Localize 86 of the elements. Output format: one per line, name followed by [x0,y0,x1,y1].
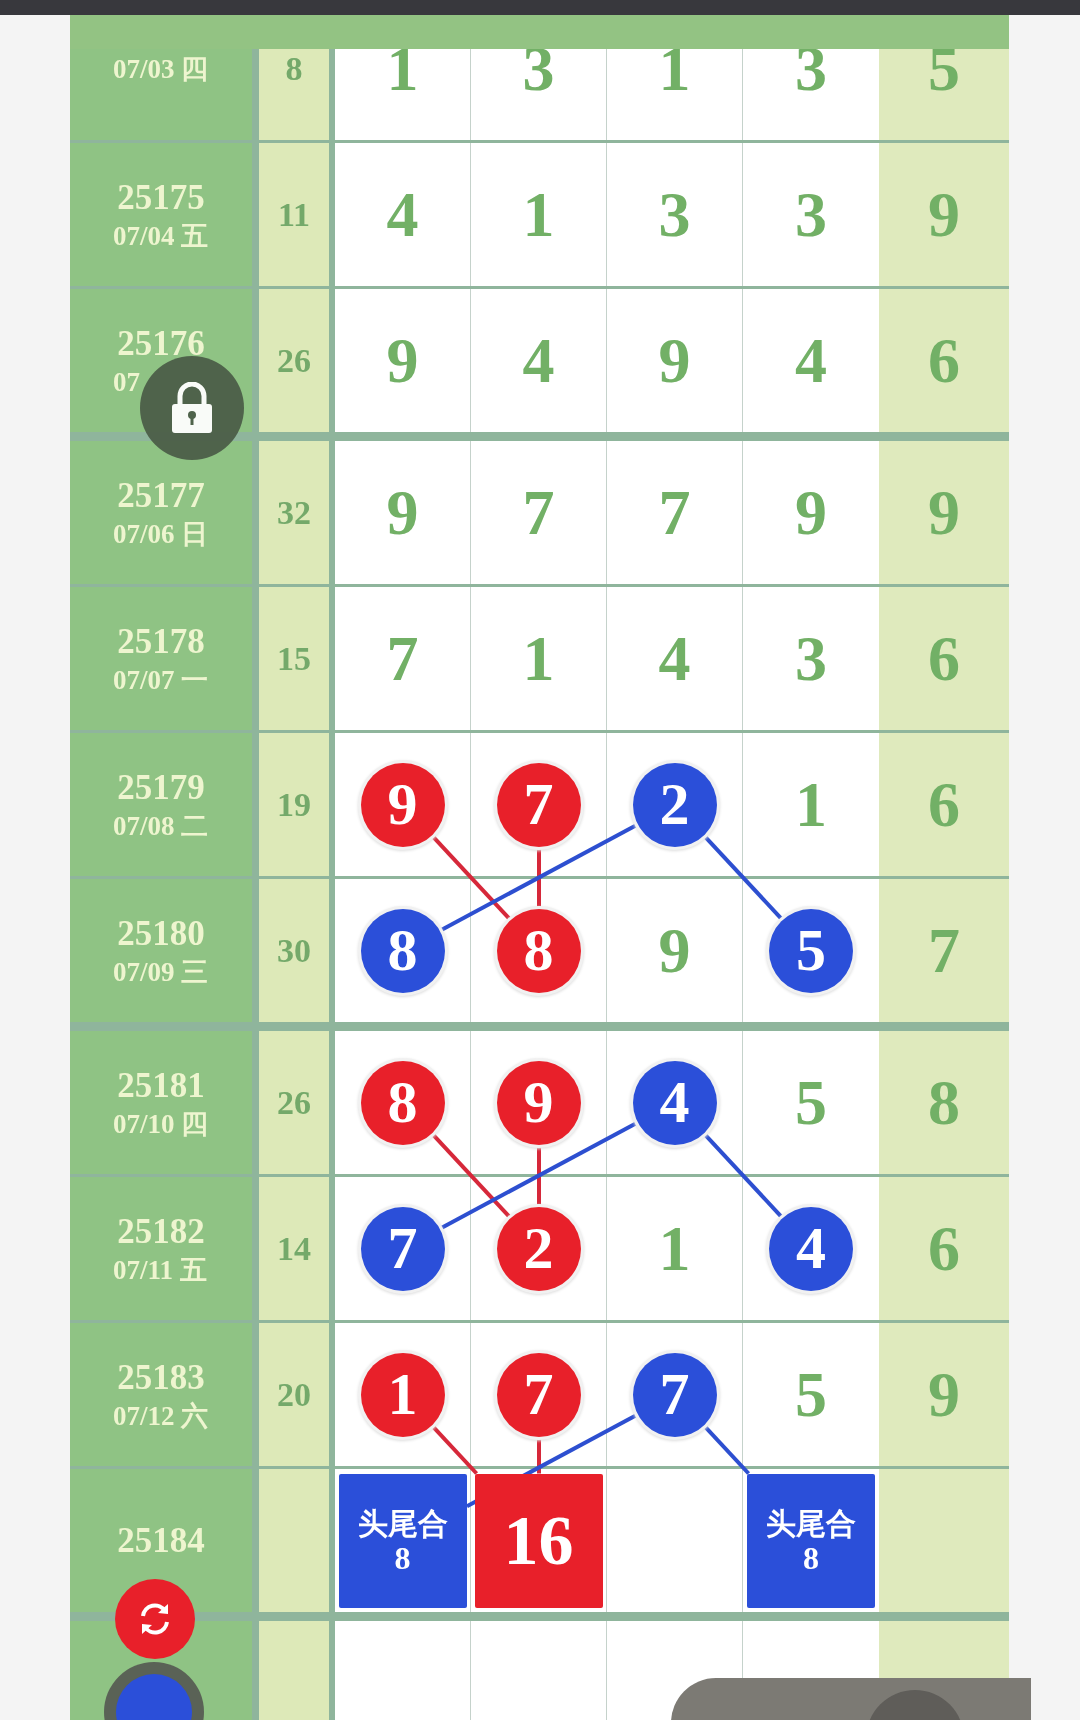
draw-number: 9 [386,328,419,393]
draw-number: 5 [795,1070,827,1135]
issue-date: 07/04 五 [113,220,209,251]
tag-value: 8 [803,1540,819,1575]
issue-number: 25176 [117,324,205,363]
issue-date: 07/07 一 [113,664,209,695]
draw-number: 4 [795,328,827,393]
tail-value: 9 [928,1357,960,1432]
number-ball: 4 [632,1060,717,1145]
number-ball: 2 [632,762,717,847]
draw-number: 9 [658,918,691,983]
issue-number: 25177 [117,476,205,515]
draw-number: 4 [522,328,555,393]
sum-value: 15 [277,639,311,678]
draw-number: 4 [658,626,691,691]
draw-number: 4 [386,182,419,247]
draw-number: 3 [795,182,827,247]
number-ball: 7 [496,1352,581,1437]
number-ball: 8 [360,1060,445,1145]
number-ball: 7 [496,762,581,847]
issue-date: 07/08 二 [113,810,209,841]
tail-value: 6 [928,323,960,398]
sum-value: 30 [277,931,311,970]
sum-value: 14 [277,1229,311,1268]
number-ball: 9 [496,1060,581,1145]
issue-date: 07/09 三 [113,956,209,987]
issue-number: 25180 [117,914,205,953]
draw-number: 1 [386,36,419,101]
issue-number: 25181 [117,1066,205,1105]
draw-number: 1 [522,626,555,691]
tail-value: 5 [928,31,960,106]
tail-value: 6 [928,767,960,842]
sum-value: 32 [277,493,311,532]
number-ball: 2 [496,1206,581,1291]
sum-value: 19 [277,785,311,824]
draw-number: 5 [795,1362,827,1427]
issue-number: 25179 [117,768,205,807]
sum-value: 11 [277,195,311,234]
tag-label: 头尾合 [357,1506,448,1541]
issue-number: 25184 [117,1521,205,1560]
tail-value: 6 [928,1211,960,1286]
draw-number: 1 [795,772,827,837]
number-ball: 4 [769,1206,853,1291]
draw-number: 1 [658,1216,691,1281]
sum-value: 26 [277,341,311,380]
number-ball: 1 [360,1352,445,1437]
issue-number: 25178 [117,622,205,661]
issue-number: 25183 [117,1358,205,1397]
tag-label: 头尾合 [766,1506,856,1541]
tail-value: 6 [928,621,960,696]
draw-number: 1 [522,182,555,247]
draw-number: 3 [795,626,827,691]
number-ball: 8 [496,908,581,993]
draw-number: 9 [795,480,827,545]
draw-number: 1 [658,36,691,101]
sum-value: 20 [277,1375,311,1414]
lock-icon [169,382,215,434]
number-ball: 7 [360,1206,445,1291]
issue-date: 07 [113,366,140,397]
tail-value: 7 [928,913,960,988]
number-ball: 5 [769,908,853,993]
sum-value: 26 [277,1083,311,1122]
draw-number: 3 [658,182,691,247]
draw-number: 9 [386,480,419,545]
issue-date: 07/06 日 [113,518,209,549]
tag-value: 8 [394,1540,411,1575]
draw-number: 3 [795,36,827,101]
tail-value: 8 [928,1065,960,1140]
draw-number: 7 [658,480,691,545]
issue-number: 25175 [117,178,205,217]
issue-date: 07/10 四 [113,1108,209,1139]
tail-value: 9 [928,475,960,550]
issue-date: 07/11 五 [113,1254,207,1285]
number-ball: 9 [360,762,445,847]
issue-date: 07/03 四 [113,53,209,84]
sum-tag: 16 [474,1473,603,1608]
draw-number: 3 [522,36,555,101]
issue-date: 07/12 六 [113,1400,209,1431]
number-ball: 7 [632,1352,717,1437]
issue-number: 25182 [117,1212,205,1251]
sum-value: 8 [285,49,303,88]
draw-number: 7 [386,626,419,691]
number-ball: 8 [360,908,445,993]
tail-value: 9 [928,177,960,252]
draw-number: 7 [522,480,555,545]
draw-number: 9 [658,328,691,393]
